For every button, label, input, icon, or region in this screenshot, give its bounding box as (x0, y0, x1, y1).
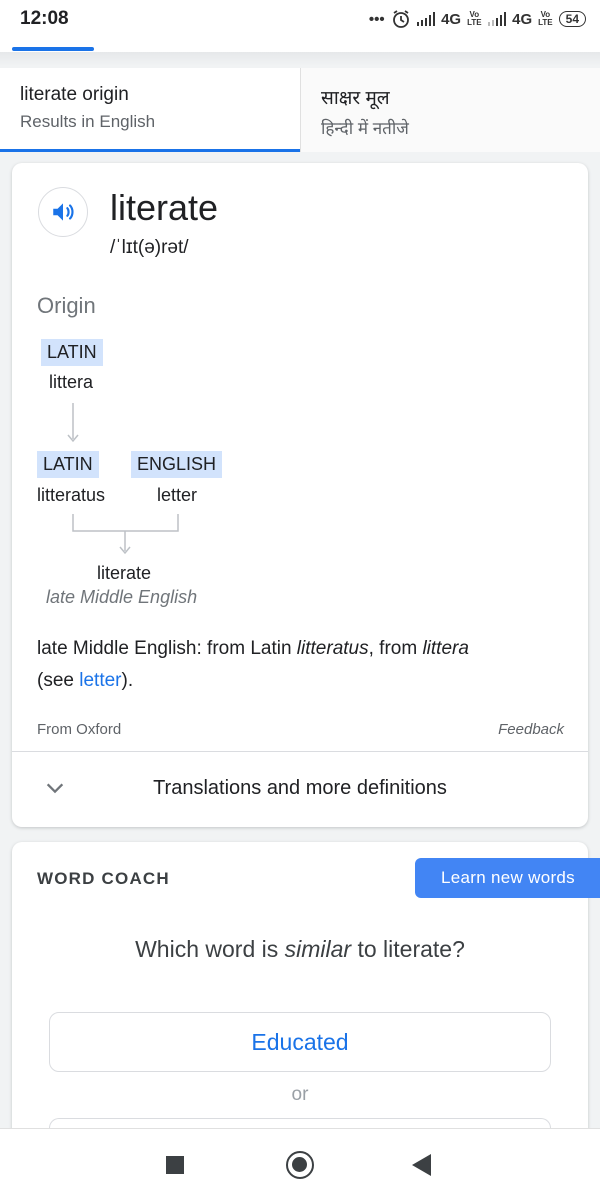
source-label: From Oxford (37, 721, 122, 738)
tab-title: literate origin (20, 84, 129, 105)
signal-icon (487, 12, 507, 26)
answer-option-button[interactable]: Educated (49, 1012, 551, 1072)
feedback-link[interactable]: Feedback (498, 721, 564, 738)
letter-link[interactable]: letter (79, 670, 121, 691)
desc-italic: litteratus (296, 638, 369, 659)
status-time: 12:08 (20, 8, 69, 29)
recents-icon[interactable] (166, 1156, 184, 1174)
etymology-result-lang: late Middle English (46, 587, 198, 607)
chevron-down-icon[interactable] (44, 777, 66, 799)
word-coach-question: Which word is similar to literate? (12, 936, 588, 963)
more-definitions-button[interactable]: Translations and more definitions (12, 777, 588, 800)
tab-subtitle: Results in English (20, 112, 156, 131)
origin-description: late Middle English: from Latin litterat… (37, 633, 567, 697)
etymology-connectors (67, 403, 179, 555)
question-text: Which word is (135, 936, 285, 962)
etymology-lang-left: LATIN (37, 451, 99, 478)
etymology-result-word: literate (97, 563, 152, 583)
question-italic: similar (284, 936, 352, 962)
signal-icon (416, 12, 436, 26)
word-coach-card: WORD COACH Learn new words Which word is… (12, 842, 600, 1158)
word-coach-title: WORD COACH (37, 869, 170, 888)
tab-subtitle: हिन्दी में नतीजे (321, 119, 409, 138)
alarm-icon (392, 10, 409, 28)
etymology-word-left: litteratus (37, 485, 106, 505)
etymology-word-right: letter (157, 485, 198, 505)
network-type-1: 4G (441, 10, 462, 28)
question-text: to literate? (351, 936, 465, 962)
language-tabs: literate origin Results in English साक्ष… (0, 68, 600, 152)
desc-text: late Middle English: from Latin (37, 638, 297, 659)
header-shadow (0, 52, 600, 66)
system-nav-bar (0, 1128, 600, 1201)
volte-icon: Vo LTE (538, 10, 553, 27)
notification-dots: ••• (368, 10, 385, 28)
status-bar: 12:08 ••• 4G Vo LTE 4G Vo LTE 54 (0, 0, 600, 52)
divider (12, 751, 588, 752)
desc-italic: littera (422, 638, 469, 659)
dictionary-card: literate /ˈlɪt(ə)rət/ Origin LATIN litte… (12, 163, 588, 827)
or-separator: or (291, 1084, 309, 1105)
etymology-lang-right: ENGLISH (131, 451, 223, 478)
scroll-indicator (12, 47, 94, 51)
volte-icon: Vo LTE (467, 10, 482, 27)
tab-title: साक्षर मूल (321, 88, 390, 109)
network-type-2: 4G (512, 10, 533, 28)
home-icon[interactable] (286, 1151, 314, 1179)
learn-new-words-button[interactable]: Learn new words (415, 858, 600, 898)
desc-text: (see (37, 670, 80, 691)
status-icons: ••• 4G Vo LTE 4G Vo LTE 54 (369, 8, 586, 30)
back-icon[interactable] (412, 1154, 431, 1176)
desc-text: ). (121, 670, 134, 691)
battery-icon: 54 (558, 11, 586, 27)
desc-text: , from (368, 638, 423, 659)
tab-english[interactable]: literate origin Results in English (0, 68, 300, 152)
tab-hindi[interactable]: साक्षर मूल हिन्दी में नतीजे (300, 68, 600, 152)
